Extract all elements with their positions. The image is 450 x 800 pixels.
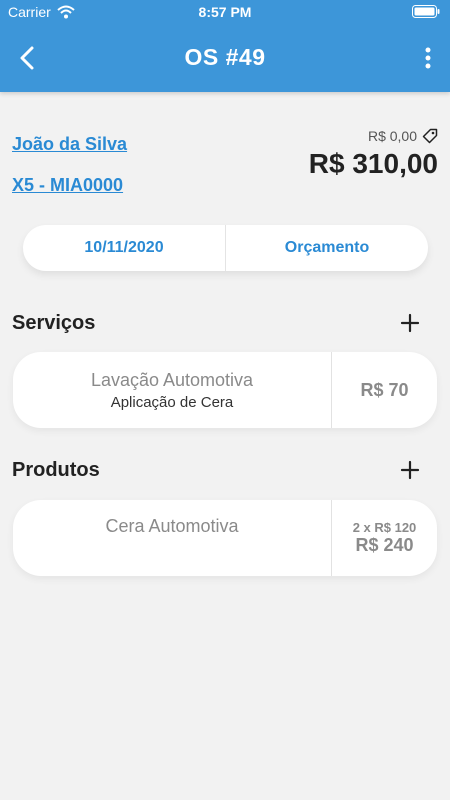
date-button[interactable]: 10/11/2020 (23, 225, 225, 271)
client-link[interactable]: João da Silva (12, 134, 127, 155)
service-name: Lavação Automotiva (90, 369, 254, 390)
product-price: R$ 240 (355, 535, 414, 555)
discount-value: R$ 0,00 (367, 128, 417, 144)
product-quantity: 2 x R$ 120 (352, 520, 417, 535)
nav-bar: OS #49 (0, 30, 450, 86)
service-price-cell: R$ 70 (332, 352, 437, 428)
order-info-pill: 10/11/2020 Orçamento (23, 225, 428, 271)
page-title: OS #49 (184, 44, 266, 70)
product-name: Cera Automotiva (105, 516, 239, 536)
status-time: 8:57 PM (198, 4, 252, 20)
add-product-plus-icon[interactable] (400, 460, 420, 480)
service-card[interactable]: Lavação Automotiva Aplicação de Cera R$ … (13, 352, 437, 428)
service-info: Lavação Automotiva Aplicação de Cera (13, 352, 331, 428)
product-info: Cera Automotiva (13, 500, 331, 576)
discount-row[interactable]: R$ 0,00 (368, 128, 438, 144)
products-title: Produtos (12, 459, 100, 481)
more-icon[interactable] (420, 46, 436, 70)
service-price: R$ 70 (360, 379, 409, 400)
services-title: Serviços (12, 312, 96, 334)
add-service-plus-icon[interactable] (400, 313, 420, 333)
product-price-cell: 2 x R$ 120 R$ 240 (332, 500, 437, 576)
tag-icon[interactable] (422, 128, 438, 144)
vehicle-link[interactable]: X5 - MIA0000 (12, 175, 123, 196)
status-bar: Carrier 8:57 PM (0, 0, 450, 24)
status-button[interactable]: Orçamento (226, 225, 428, 271)
service-detail: Aplicação de Cera (110, 393, 234, 411)
product-card[interactable]: Cera Automotiva 2 x R$ 120 R$ 240 (13, 500, 437, 576)
order-total: R$ 310,00 (308, 148, 438, 179)
battery-icon (412, 5, 440, 18)
app-header: Carrier 8:57 PM OS #49 (0, 0, 450, 92)
